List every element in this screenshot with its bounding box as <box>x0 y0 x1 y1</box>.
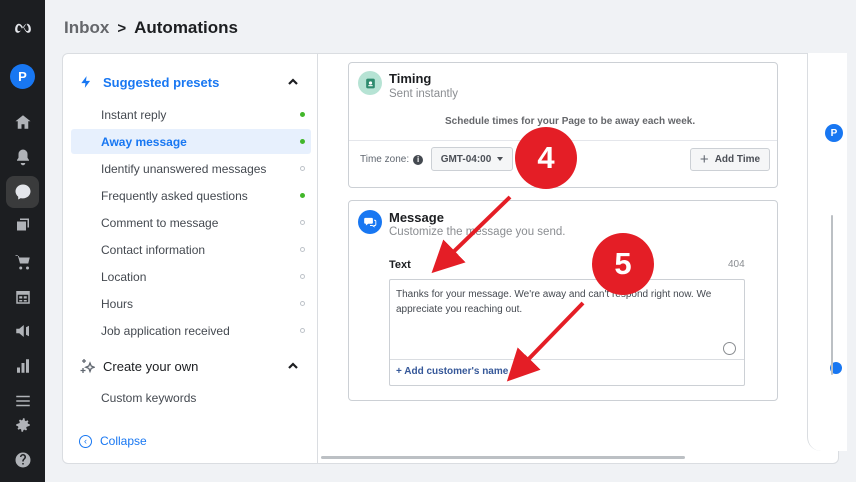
status-dot-active <box>300 112 305 117</box>
message-textarea[interactable]: Thanks for your message. We're away and … <box>389 279 745 386</box>
message-subtitle: Customize the message you send. <box>389 226 566 238</box>
status-dot-inactive <box>300 247 305 252</box>
character-count: 404 <box>728 259 745 270</box>
custom-keywords-item[interactable]: Custom keywords <box>71 385 311 410</box>
status-dot-inactive <box>300 328 305 333</box>
message-title: Message <box>389 210 444 225</box>
preset-job-application[interactable]: Job application received <box>71 318 311 343</box>
status-dot-active <box>300 193 305 198</box>
message-bubble-icon <box>358 210 382 234</box>
breadcrumb: Inbox > Automations <box>64 18 238 38</box>
message-panel: Message Customize the message you send. … <box>348 200 778 401</box>
status-dot-inactive <box>300 301 305 306</box>
add-time-button[interactable]: + Add Time <box>690 148 770 171</box>
help-icon[interactable] <box>0 447 45 473</box>
calendar-icon[interactable] <box>0 284 45 310</box>
preset-faq[interactable]: Frequently asked questions <box>71 183 311 208</box>
create-your-own-title: Create your own <box>103 358 199 374</box>
chevron-up-icon[interactable] <box>287 75 299 87</box>
lightning-bolt-icon <box>81 76 91 88</box>
schedule-hint: Schedule times for your Page to be away … <box>445 116 696 127</box>
breadcrumb-inbox-link[interactable]: Inbox <box>64 18 109 38</box>
page-avatar[interactable]: P <box>10 64 35 89</box>
suggested-presets-header[interactable]: Suggested presets <box>79 72 309 92</box>
notifications-icon[interactable] <box>0 144 45 170</box>
status-dot-inactive <box>300 166 305 171</box>
timing-icon <box>358 71 382 95</box>
chevron-up-icon[interactable] <box>287 359 299 371</box>
shop-icon[interactable] <box>0 249 45 275</box>
timezone-label: Time zone: i <box>360 154 424 165</box>
preset-away-message[interactable]: Away message <box>71 129 311 154</box>
collapse-button[interactable]: ‹ Collapse <box>79 434 147 448</box>
presets-sidebar: Suggested presets Instant reply Away mes… <box>63 54 318 463</box>
page-title: Automations <box>134 18 238 37</box>
preset-contact-information[interactable]: Contact information <box>71 237 311 262</box>
preset-identify-unanswered[interactable]: Identify unanswered messages <box>71 156 311 181</box>
inbox-icon[interactable] <box>6 176 39 208</box>
create-your-own-header[interactable]: Create your own <box>79 356 309 376</box>
horizontal-scrollbar[interactable] <box>321 456 685 459</box>
step-5-badge: 5 <box>592 233 654 295</box>
caret-down-icon <box>497 157 504 161</box>
meta-logo-icon[interactable] <box>0 16 45 42</box>
sparkle-icon <box>80 359 95 374</box>
text-field-label: Text <box>389 259 411 271</box>
preset-instant-reply[interactable]: Instant reply <box>71 102 311 127</box>
suggested-presets-title: Suggested presets <box>103 74 220 90</box>
vertical-scrollbar[interactable] <box>831 215 833 375</box>
insights-icon[interactable] <box>0 353 45 379</box>
chevron-right-icon: > <box>117 19 127 37</box>
preset-comment-to-message[interactable]: Comment to message <box>71 210 311 235</box>
home-icon[interactable] <box>0 109 45 135</box>
preset-location[interactable]: Location <box>71 264 311 289</box>
add-customer-name-link[interactable]: + Add customer's name <box>396 366 508 377</box>
menu-icon[interactable] <box>0 388 45 414</box>
left-nav-rail: P <box>0 0 45 482</box>
message-body[interactable]: Thanks for your message. We're away and … <box>396 287 716 317</box>
plus-icon: + <box>699 151 709 168</box>
ads-icon[interactable] <box>0 318 45 344</box>
emoji-icon[interactable] <box>723 342 736 355</box>
preview-avatar: P <box>825 124 843 142</box>
timing-subtitle: Sent instantly <box>389 88 459 100</box>
status-dot-inactive <box>300 274 305 279</box>
preview-panel: P <box>807 53 847 451</box>
preset-hours[interactable]: Hours <box>71 291 311 316</box>
timezone-dropdown[interactable]: GMT-04:00 <box>431 147 513 171</box>
timing-title: Timing <box>389 71 432 86</box>
info-icon[interactable]: i <box>413 154 424 165</box>
status-dot-inactive <box>300 220 305 225</box>
collapse-arrow-icon: ‹ <box>79 434 92 448</box>
status-dot-active <box>300 139 305 144</box>
divider <box>390 359 744 360</box>
step-4-badge: 4 <box>515 127 577 189</box>
posts-icon[interactable] <box>0 213 45 239</box>
settings-icon[interactable] <box>0 412 45 438</box>
